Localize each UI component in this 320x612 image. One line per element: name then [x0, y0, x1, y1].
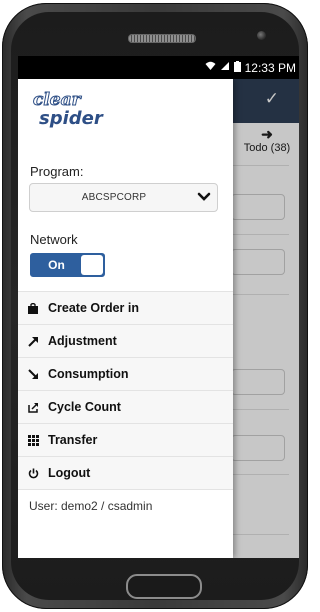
drawer-backdrop[interactable] — [233, 79, 299, 558]
status-bar: 12:33 PM — [18, 56, 299, 79]
wifi-icon — [205, 61, 216, 74]
network-toggle[interactable]: On — [30, 253, 105, 277]
menu-label: Adjustment — [48, 334, 117, 348]
user-info: User: demo2 / csadmin — [29, 499, 153, 513]
toggle-state-label: On — [48, 258, 65, 272]
earpiece-speaker — [128, 34, 196, 43]
program-value: ABCSPCORP — [81, 192, 147, 203]
power-icon — [18, 468, 48, 479]
arrow-down-right-icon — [18, 368, 48, 380]
menu-item-cycle-count[interactable]: Cycle Count — [18, 391, 233, 424]
clearspider-logo: clear spider — [33, 90, 103, 132]
program-select[interactable]: ABCSPCORP — [29, 183, 218, 212]
arrow-up-right-icon — [18, 336, 48, 347]
grid-icon — [18, 434, 48, 446]
home-button[interactable] — [126, 574, 202, 599]
menu-label: Cycle Count — [48, 400, 121, 414]
menu-label: Consumption — [48, 367, 129, 381]
network-label: Network — [30, 232, 78, 247]
menu-label: Logout — [48, 466, 91, 480]
menu-item-create-order[interactable]: Create Order in — [18, 292, 233, 325]
logo-line2: spider — [39, 108, 103, 129]
toggle-knob — [81, 255, 103, 275]
front-camera — [257, 31, 266, 40]
logo-line1: clear — [33, 90, 82, 110]
status-time: 12:33 PM — [244, 60, 296, 75]
menu-item-adjustment[interactable]: Adjustment — [18, 325, 233, 358]
battery-icon — [233, 60, 241, 75]
bag-icon — [18, 302, 48, 314]
chevron-down-icon — [197, 192, 211, 201]
share-icon — [18, 402, 48, 413]
screen: 12:33 PM ✓ ➜ Todo (38) clear spider Prog… — [18, 56, 299, 558]
menu-item-consumption[interactable]: Consumption — [18, 358, 233, 391]
menu-item-logout[interactable]: Logout — [18, 457, 233, 490]
signal-icon — [220, 61, 230, 74]
navigation-drawer: clear spider Program: ABCSPCORP Network … — [18, 79, 233, 558]
menu-item-transfer[interactable]: Transfer — [18, 424, 233, 457]
menu-label: Transfer — [48, 433, 98, 447]
drawer-menu: Create Order in Adjustment Consumption C… — [18, 291, 233, 490]
menu-label: Create Order in — [48, 301, 140, 315]
program-label: Program: — [30, 164, 84, 179]
